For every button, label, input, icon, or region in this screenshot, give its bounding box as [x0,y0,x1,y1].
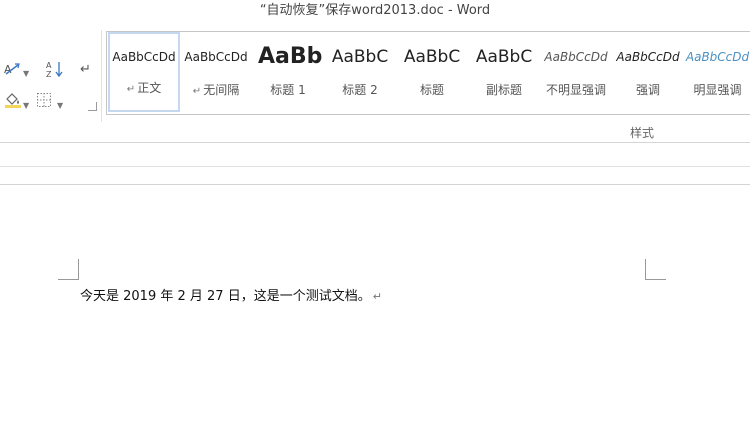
style-preview: AaBbCcDd [112,50,176,64]
paragraph-mark-icon: ↵ [192,86,202,97]
style-heading-1[interactable]: AaBb 标题 1 [252,32,324,112]
sort-button[interactable]: A Z [46,60,64,83]
divider [0,166,750,167]
paragraph-mark-icon: ↵ [126,84,136,95]
margin-corner-mark [58,259,79,280]
styles-group-label: 样式 [630,126,655,140]
style-label: 无间隔 [203,83,240,97]
document-body[interactable]: 今天是 2019 年 2 月 27 日，这是一个测试文档。 ↵ [80,285,382,304]
margin-corner-mark [645,259,666,280]
document-page[interactable]: 今天是 2019 年 2 月 27 日，这是一个测试文档。 ↵ [0,185,750,437]
style-no-spacing[interactable]: AaBbCcDd ↵ 无间隔 [180,32,252,112]
style-normal[interactable]: AaBbCcDd ↵ 正文 [108,32,180,112]
style-subtitle[interactable]: AaBbC 副标题 [468,32,540,112]
styles-gallery: AaBbCcDd ↵ 正文 AaBbCcDd ↵ 无间隔 AaBb 标题 1 AaB… [106,31,750,115]
style-emphasis[interactable]: AaBbCcDd 强调 [612,32,684,112]
svg-text:Z: Z [46,70,52,78]
style-preview: AaBbCcDd [616,50,680,64]
ruler-area [0,143,750,185]
svg-text:A: A [46,61,52,70]
chevron-down-icon: ▼ [23,69,30,78]
style-label: 不明显强调 [545,83,606,97]
text-direction-icon: A [4,63,20,76]
show-marks-button[interactable]: ↵ [80,62,91,78]
style-label: 正文 [137,81,162,95]
borders-button[interactable]: ▼ [36,92,63,114]
style-label: 明显强调 [693,83,742,97]
chevron-down-icon: ▼ [57,101,64,110]
style-label: 副标题 [485,83,522,97]
style-label: 强调 [635,83,660,97]
style-preview: AaBbCcDd [184,50,248,64]
paragraph-mark-icon: ↵ [372,290,382,303]
style-preview: AaBbC [331,47,389,67]
style-preview: AaBb [258,44,323,69]
paint-bucket-icon [5,93,21,108]
window-title: “自动恢复”保存word2013.doc - Word [259,3,491,18]
style-preview: AaBbC [403,47,461,67]
body-text: 今天是 2019 年 2 月 27 日，这是一个测试文档。 [80,289,371,304]
sort-icon: A Z [46,61,63,79]
borders-icon [37,93,51,107]
text-direction-button[interactable]: A ▼ [4,62,29,82]
paragraph-dialog-launcher-icon[interactable] [88,102,97,111]
style-label: 标题 2 [342,83,378,97]
style-preview: AaBbCcDd [544,50,608,64]
style-preview: AaBbCcDd [685,50,750,64]
group-separator [101,30,102,122]
paragraph-mark-icon: ↵ [80,62,91,77]
style-subtle-emphasis[interactable]: AaBbCcDd 不明显强调 [540,32,612,112]
style-intense-emphasis[interactable]: AaBbCcDd 明显强调 [684,32,750,112]
style-heading-2[interactable]: AaBbC 标题 2 [324,32,396,112]
style-label: 标题 1 [270,83,306,97]
style-label: 标题 [419,83,444,97]
chevron-down-icon: ▼ [23,101,30,110]
style-title[interactable]: AaBbC 标题 [396,32,468,112]
style-preview: AaBbC [475,47,533,67]
shading-button[interactable]: ▼ [4,92,29,114]
